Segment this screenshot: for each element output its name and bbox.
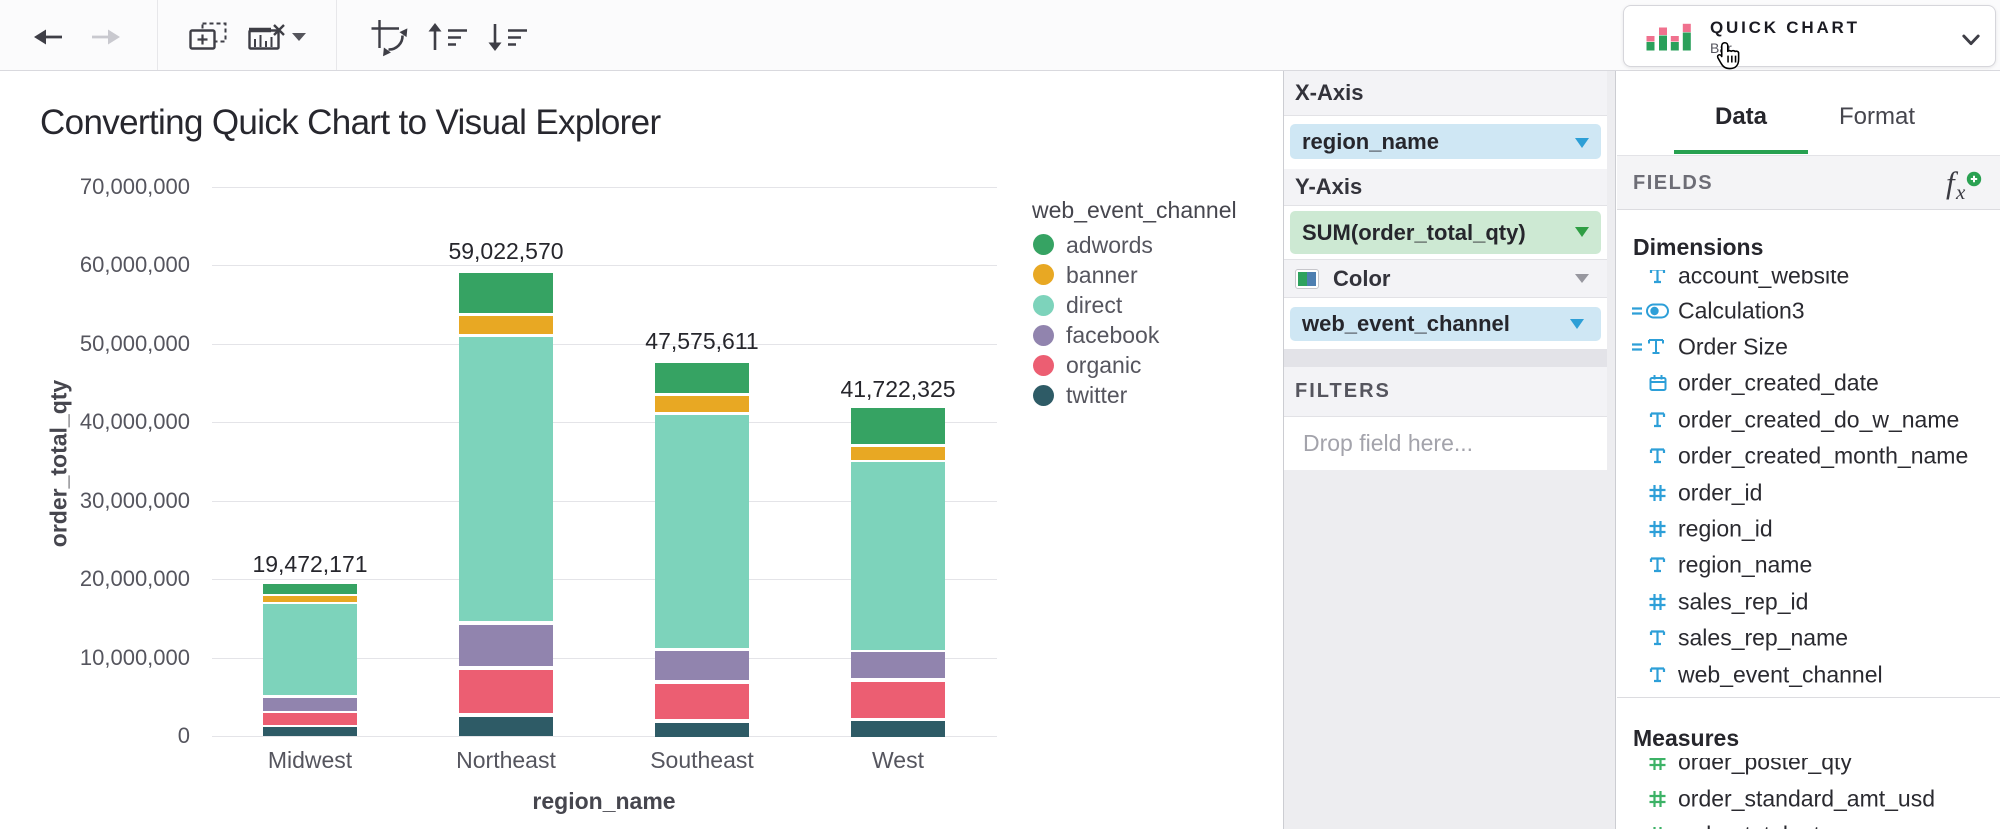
- svg-text:x: x: [1955, 180, 1966, 204]
